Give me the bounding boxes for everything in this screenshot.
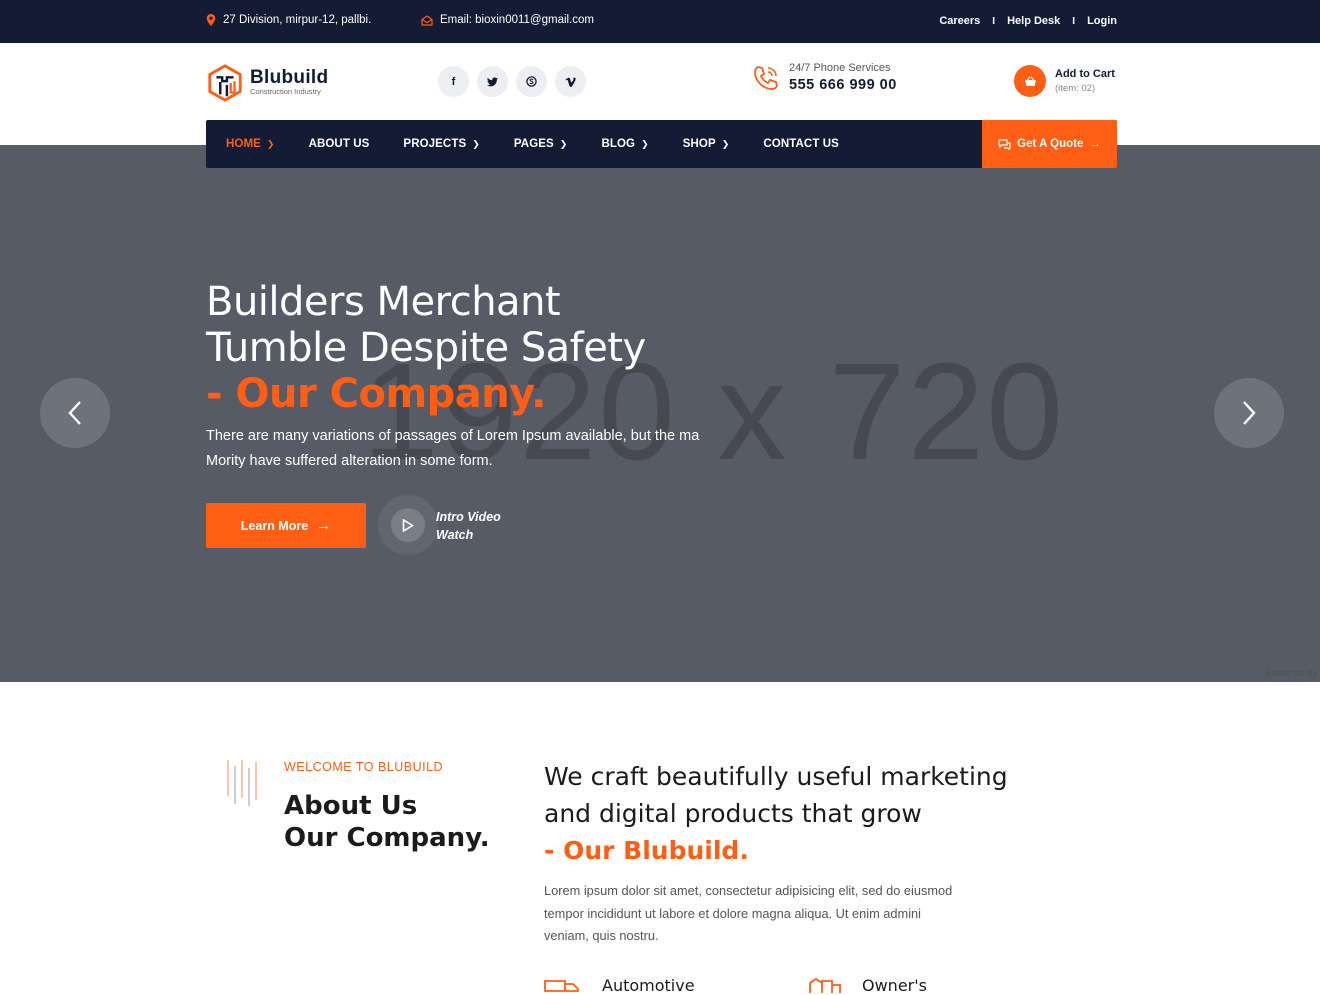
learn-more-button[interactable]: Learn More → [206,503,366,548]
chevron-left-icon [68,401,81,425]
about-heading: We craft beautifully useful marketing an… [544,758,1008,869]
intro-video-line2: Watch [436,528,474,542]
feature-owners: Owner's [808,975,927,995]
phone-label: 24/7 Phone Services [789,62,891,74]
nav-projects[interactable]: PROJECTS ❯ [403,138,479,150]
chevron-down-icon: ❯ [641,138,649,149]
chat-icon [998,138,1011,150]
cart-label: Add to Cart [1055,68,1115,80]
envelope-icon [421,14,433,26]
about-heading-line2: and digital products that grow [544,799,922,828]
link-separator: I [992,15,996,27]
logo[interactable]: Blubuild Construction Industry [206,63,328,103]
chevron-down-icon: ❯ [266,138,275,149]
about-heading-line1: We craft beautifully useful marketing [544,762,1008,791]
logo-mark-icon [208,64,242,102]
address: 27 Division, mirpur-12, pallbi. [206,14,371,26]
nav-contact-label: CONTACT US [763,138,839,150]
play-video-button[interactable] [378,495,438,555]
basket-icon [1014,65,1046,97]
nav-about-label: ABOUT US [308,138,370,150]
phone-number: 555 666 999 00 [789,77,897,93]
top-links: Careers I Help Desk I Login [939,15,1117,27]
skype-icon[interactable] [516,66,547,97]
nav-pages-label: PAGES [513,138,554,150]
intro-video-line1: Intro Video [436,510,501,524]
hero-heading-line1: Builders Merchant [206,279,561,325]
about-eyebrow: WELCOME TO BLUBUILD [284,760,444,774]
building-icon [809,977,841,993]
chevron-down-icon: ❯ [472,138,480,149]
cart[interactable]: Add to Cart (item: 02) [1014,65,1115,97]
hero-heading-highlight: - Our Company. [206,371,546,417]
email-text: Email: bioxin0011@gmail.com [440,14,594,26]
phone-contact[interactable]: 24/7 Phone Services 555 666 999 00 [752,62,897,93]
play-icon [402,518,414,532]
hero-text: There are many variations of passages of… [206,428,700,469]
feature-owners-label: Owner's [862,975,927,995]
feature-automotive: Automotive [544,975,695,995]
main-nav: HOME ❯ ABOUT US PROJECTS ❯ PAGES ❯ BLOG ❯ SH… [206,120,1117,168]
nav-projects-label: PROJECTS [403,138,467,150]
chevron-right-icon [1243,401,1256,425]
cart-count: (item: 02) [1055,83,1096,94]
hero-heading: Builders Merchant Tumble Despite Safety … [206,279,646,417]
get-quote-label: Get A Quote [1017,138,1084,150]
nav-shop-label: SHOP [682,138,716,150]
slider-next-arrow[interactable] [1214,378,1284,448]
about-heading-highlight: - Our Blubuild. [544,836,749,865]
slider-prev-arrow[interactable] [40,378,110,448]
twitter-icon[interactable] [477,66,508,97]
top-bar: 27 Division, mirpur-12, pallbi. Email: b… [0,0,1320,43]
intro-video-text[interactable]: Intro Video Watch [436,508,501,544]
help-desk-link[interactable]: Help Desk [1007,15,1060,27]
nav-blog[interactable]: BLOG ❯ [601,138,648,150]
arrow-right-icon: → [1089,138,1101,150]
nav-blog-label: BLOG [601,138,636,150]
brand-tagline: Construction Industry [250,87,321,96]
decorative-lines-icon [227,760,257,806]
about-paragraph: Lorem ipsum dolor sit amet, consectetur … [544,883,953,943]
get-quote-button[interactable]: Get A Quote → [982,120,1117,168]
nav-home[interactable]: HOME ❯ [226,138,275,150]
nav-shop[interactable]: SHOP ❯ [683,138,730,150]
truck-icon [544,980,579,992]
nav-about[interactable]: ABOUT US [309,138,370,150]
about-title: About Us Our Company. [284,790,490,854]
learn-more-label: Learn More [240,518,309,533]
nav-pages[interactable]: PAGES ❯ [514,138,568,150]
link-separator: I [1072,15,1076,27]
chevron-down-icon: ❯ [721,138,730,149]
social-links: f [438,66,586,97]
address-text: 27 Division, mirpur-12, pallbi. [223,14,372,26]
facebook-icon[interactable]: f [438,66,469,97]
nav-home-label: HOME [226,138,261,150]
login-link[interactable]: Login [1087,15,1117,27]
phone-icon [754,65,778,90]
hero-slider: 1920 x 720 Powered by [0,145,1320,682]
brand-name: Blubuild [250,67,329,88]
email[interactable]: Email: bioxin0011@gmail.com [421,14,594,26]
nav-contact[interactable]: CONTACT US [763,138,839,150]
about-title-line1: About Us [284,791,418,821]
hero-heading-line2: Tumble Despite Safety [206,325,646,371]
chevron-down-icon: ❯ [559,138,568,149]
careers-link[interactable]: Careers [939,15,980,27]
location-pin-icon [206,14,216,26]
vimeo-icon[interactable] [555,66,586,97]
about-title-line2: Our Company. [284,823,490,853]
arrow-right-icon: → [316,517,332,534]
powered-by: Powered by [1265,668,1318,678]
feature-automotive-label: Automotive [602,975,695,995]
